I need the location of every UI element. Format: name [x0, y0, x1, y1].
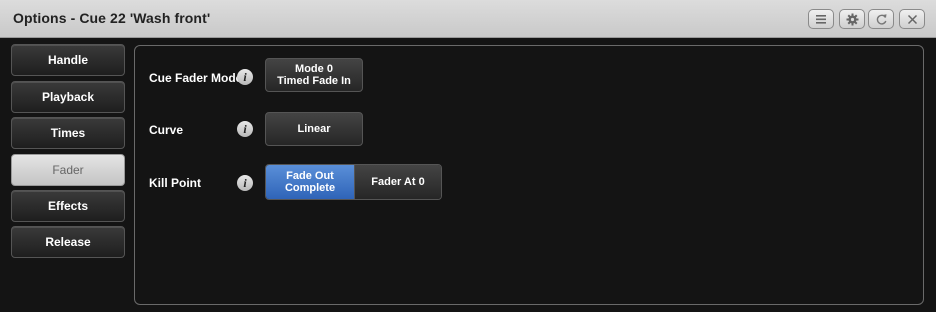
window-title: Options - Cue 22 'Wash front': [13, 10, 211, 26]
cue-fader-mode-info-icon[interactable]: i: [237, 69, 253, 85]
options-window: Options - Cue 22 'Wash front' Handle Pla…: [0, 0, 936, 312]
refresh-icon: [876, 13, 886, 25]
close-button[interactable]: [899, 9, 925, 29]
sidebar-item-playback[interactable]: Playback: [11, 81, 125, 113]
options-panel: [134, 45, 924, 305]
curve-button[interactable]: Linear: [265, 112, 363, 146]
kill-point-selector: Fade Out Complete Fader At 0: [265, 164, 442, 200]
kill-point-option-line1: Fader At 0: [371, 176, 425, 188]
curve-label: Curve: [149, 123, 184, 137]
sidebar-item-fader[interactable]: Fader: [11, 154, 125, 186]
sidebar-item-handle[interactable]: Handle: [11, 44, 125, 76]
title-bar: Options - Cue 22 'Wash front': [0, 0, 936, 38]
close-icon: [907, 14, 917, 24]
refresh-button[interactable]: [868, 9, 894, 29]
curve-info-icon[interactable]: i: [237, 121, 253, 137]
kill-point-option-line2: Complete: [284, 182, 336, 194]
kill-point-fade-out-complete[interactable]: Fade Out Complete: [266, 165, 354, 199]
kill-point-label: Kill Point: [149, 176, 201, 190]
sidebar-item-effects[interactable]: Effects: [11, 190, 125, 222]
cue-fader-mode-value-line2: Timed Fade In: [277, 75, 351, 87]
kill-point-option-line1: Fade Out: [286, 170, 334, 182]
kill-point-fader-at-0[interactable]: Fader At 0: [354, 165, 441, 199]
kill-point-info-icon[interactable]: i: [237, 175, 253, 191]
cue-fader-mode-label: Cue Fader Mode: [149, 71, 243, 85]
menu-button[interactable]: [808, 9, 834, 29]
settings-button[interactable]: [839, 9, 865, 29]
menu-icon: [816, 14, 826, 24]
sidebar-item-times[interactable]: Times: [11, 117, 125, 149]
curve-value: Linear: [297, 123, 331, 135]
cue-fader-mode-value-line1: Mode 0: [295, 63, 333, 75]
sidebar-item-release[interactable]: Release: [11, 226, 125, 258]
gear-icon: [846, 13, 858, 25]
cue-fader-mode-button[interactable]: Mode 0 Timed Fade In: [265, 58, 363, 92]
